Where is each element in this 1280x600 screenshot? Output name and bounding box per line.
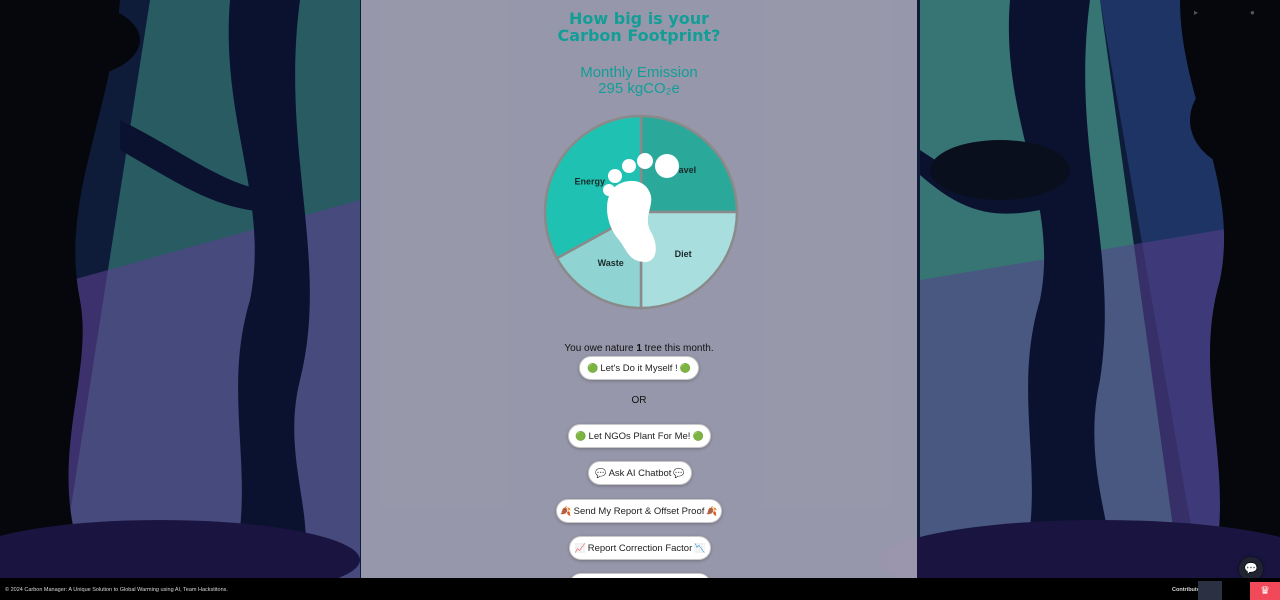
leaf-icon: 🟢 <box>692 431 704 441</box>
copyright-text: © 2024 Carbon Manager: A Unique Solution… <box>5 587 228 593</box>
crown-icon[interactable]: ♛ <box>1250 582 1280 600</box>
ngo-plant-button[interactable]: 🟢 Let NGOs Plant For Me! 🟢 <box>568 424 711 448</box>
ask-ai-chatbot-button[interactable]: 💬 Ask AI Chatbot 💬 <box>588 461 692 485</box>
emission-value: 295 kgCO₂e <box>598 80 680 97</box>
emission-summary: Monthly Emission 295 kgCO₂e <box>361 65 917 97</box>
footer: © 2024 Carbon Manager: A Unique Solution… <box>0 578 1280 600</box>
play-icon[interactable]: ▸ <box>1194 8 1198 17</box>
leaves-icon: 🍂 <box>560 506 572 516</box>
chart-up-icon: 📈 <box>574 543 586 553</box>
chat-icon: 💬 <box>1244 563 1258 575</box>
leaf-icon: 🟢 <box>679 363 691 373</box>
leaf-icon: 🟢 <box>587 363 599 373</box>
do-it-myself-button[interactable]: 🟢 Let's Do it Myself ! 🟢 <box>579 356 699 380</box>
tree-count: 1 <box>636 343 642 354</box>
tree-debt-text: You owe nature 1 tree this month. <box>564 343 714 354</box>
emission-label: Monthly Emission <box>580 64 698 81</box>
contributor-avatar[interactable] <box>1198 581 1222 600</box>
chat-bubble-icon: 💬 <box>673 468 685 478</box>
footprint-icon <box>603 153 679 262</box>
leaves-icon: 🍂 <box>706 506 718 516</box>
report-correction-button[interactable]: 📈 Report Correction Factor 📉 <box>569 536 711 560</box>
calculator-panel: How big is your Carbon Footprint? Monthl… <box>361 0 917 578</box>
title-line-2: Carbon Footprint? <box>557 26 721 45</box>
page-title: How big is your Carbon Footprint? <box>361 10 917 44</box>
leaf-icon: 🟢 <box>575 431 587 441</box>
github-icon[interactable]: ● <box>1250 8 1255 17</box>
send-report-button[interactable]: 🍂 Send My Report & Offset Proof 🍂 <box>556 499 722 523</box>
chart-down-icon: 📉 <box>694 543 706 553</box>
chat-bubble-icon: 💬 <box>595 468 607 478</box>
title-line-1: How big is your <box>569 9 709 28</box>
emission-pie-chart: Travel Diet Waste Energy <box>541 112 741 312</box>
or-separator: OR <box>631 395 647 406</box>
